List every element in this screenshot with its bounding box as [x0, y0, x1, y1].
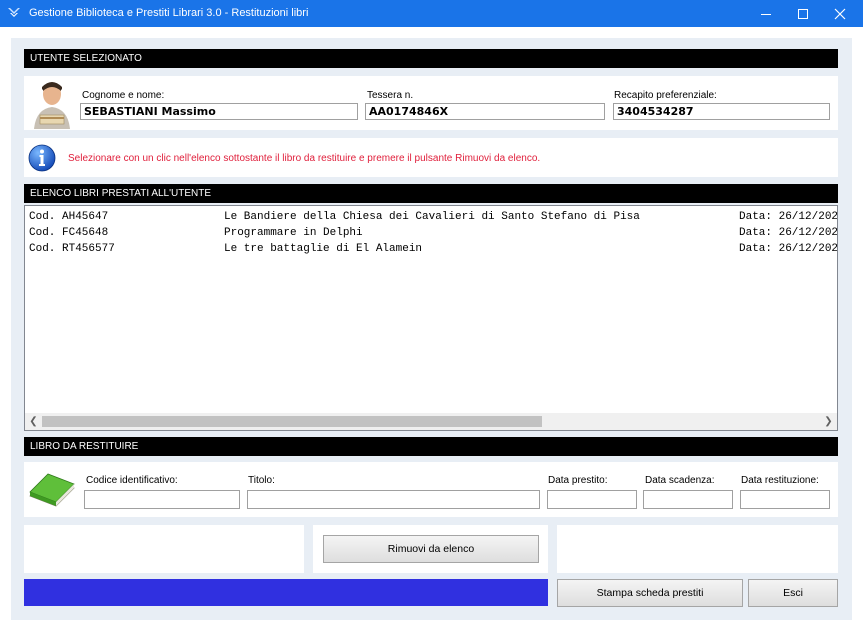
loan-date-label: Data prestito: [548, 475, 608, 486]
loan-code: Cod. RT456577 [29, 243, 115, 255]
return-section-header: LIBRO DA RESTITUIRE [24, 437, 838, 456]
user-avatar-icon [26, 77, 78, 129]
app-logo-icon [8, 8, 20, 17]
title-input[interactable] [247, 490, 540, 509]
loan-date-input[interactable] [547, 490, 637, 509]
print-loans-button[interactable]: Stampa scheda prestiti [557, 579, 743, 607]
loan-date: Data: 26/12/2021 [739, 211, 838, 223]
list-item[interactable]: Cod. AH45647 Le Bandiere della Chiesa de… [29, 209, 838, 225]
loan-title: Le tre battaglie di El Alamein [224, 243, 423, 255]
contact-field[interactable]: 3404534287 [613, 103, 830, 120]
user-panel: Cognome e nome: SEBASTIANI Massimo Tesse… [24, 76, 838, 130]
card-label: Tessera n. [367, 90, 414, 101]
return-date-label: Data restituzione: [741, 475, 819, 486]
close-button[interactable] [822, 0, 858, 27]
code-label: Codice identificativo: [86, 475, 178, 486]
scroll-right-arrow-icon[interactable]: ❯ [820, 413, 837, 430]
window-title: Gestione Biblioteca e Prestiti Librari 3… [29, 7, 309, 19]
info-panel: Selezionare con un clic nell'elenco sott… [24, 138, 838, 177]
loan-code: Cod. FC45648 [29, 227, 109, 239]
remove-button-panel: Rimuovi da elenco [313, 525, 548, 573]
code-input[interactable] [84, 490, 240, 509]
card-number-field[interactable]: AA0174846X [365, 103, 605, 120]
name-field[interactable]: SEBASTIANI Massimo [80, 103, 358, 120]
maximize-icon [798, 8, 808, 19]
minimize-button[interactable] [748, 0, 784, 27]
loan-date: Data: 26/12/2021 [739, 227, 838, 239]
loan-title: Programmare in Delphi [224, 227, 363, 239]
scrollbar-thumb[interactable] [42, 416, 542, 427]
horizontal-scrollbar[interactable]: ❮ ❯ [25, 413, 837, 430]
right-empty-panel [557, 525, 838, 573]
progress-bar [24, 579, 548, 606]
return-panel: Codice identificativo: Titolo: Data pres… [24, 462, 838, 517]
book-icon [29, 473, 75, 507]
name-label: Cognome e nome: [82, 90, 165, 101]
remove-from-list-button[interactable]: Rimuovi da elenco [323, 535, 539, 563]
contact-label: Recapito preferenziale: [614, 90, 717, 101]
due-date-label: Data scadenza: [645, 475, 715, 486]
minimize-icon [761, 13, 771, 15]
maximize-button[interactable] [785, 0, 821, 27]
info-icon [28, 144, 56, 172]
loan-date: Data: 26/12/2021 [739, 243, 838, 255]
return-date-input[interactable] [740, 490, 830, 509]
loans-list[interactable]: Cod. AH45647 Le Bandiere della Chiesa de… [24, 205, 838, 431]
due-date-input[interactable] [643, 490, 733, 509]
list-item[interactable]: Cod. RT456577 Le tre battaglie di El Ala… [29, 241, 838, 257]
loan-title: Le Bandiere della Chiesa dei Cavalieri d… [224, 211, 640, 223]
loans-section-header: ELENCO LIBRI PRESTATI ALL'UTENTE [24, 184, 838, 203]
scroll-left-arrow-icon[interactable]: ❮ [25, 413, 42, 430]
loan-code: Cod. AH45647 [29, 211, 109, 223]
info-message: Selezionare con un clic nell'elenco sott… [68, 153, 541, 164]
exit-button[interactable]: Esci [748, 579, 838, 607]
left-empty-panel [24, 525, 304, 573]
close-icon [834, 8, 846, 19]
title-bar[interactable]: Gestione Biblioteca e Prestiti Librari 3… [0, 0, 863, 27]
user-section-header: UTENTE SELEZIONATO [24, 49, 838, 68]
title-label: Titolo: [248, 475, 275, 486]
list-item[interactable]: Cod. FC45648 Programmare in Delphi Data:… [29, 225, 838, 241]
